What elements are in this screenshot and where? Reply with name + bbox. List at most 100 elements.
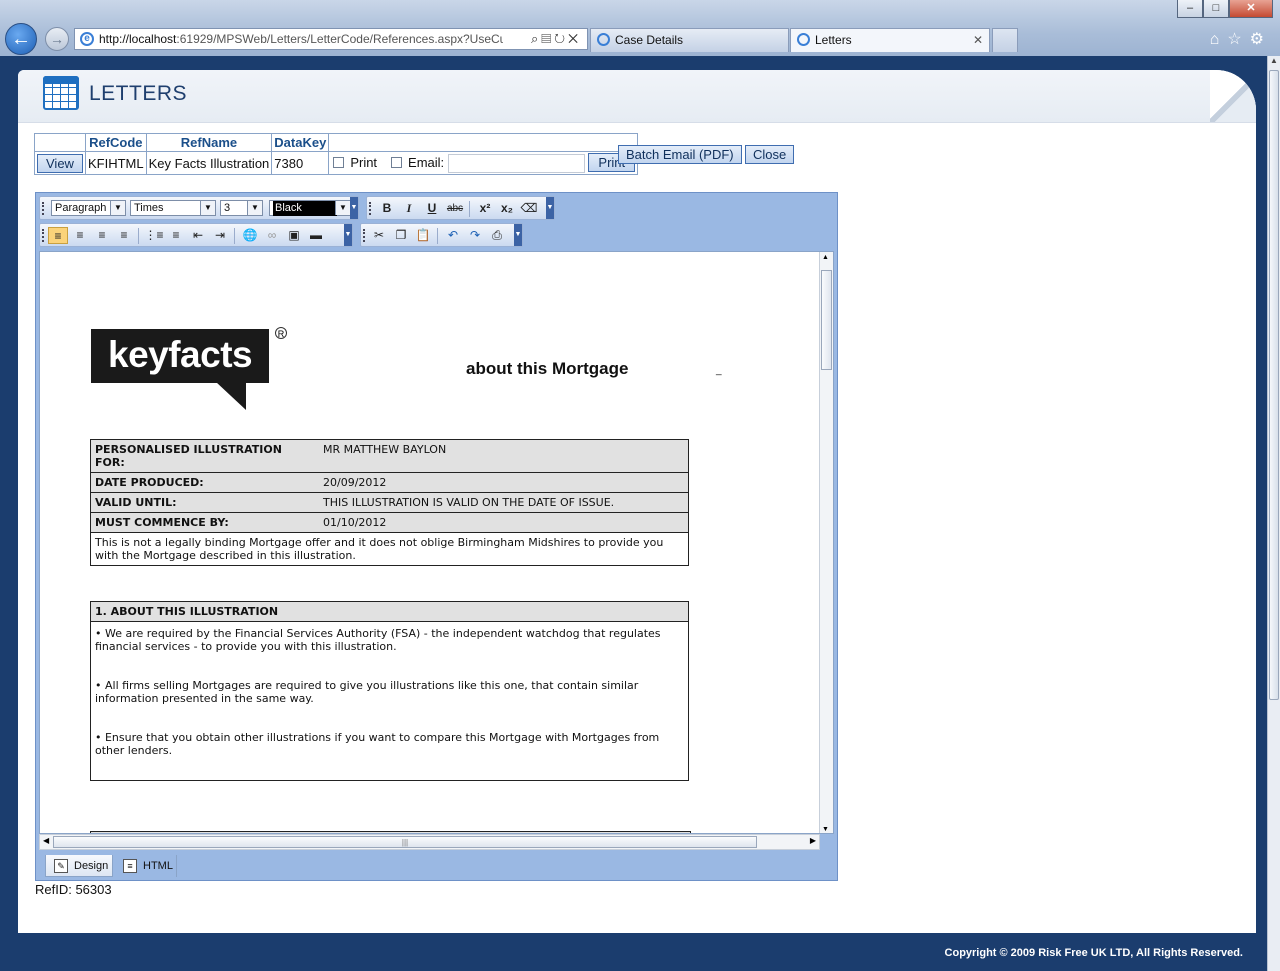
detail-value: 20/09/2012 [319,472,689,493]
html-mode-tab[interactable]: ≡ HTML [115,855,177,877]
disclaimer-text: This is not a legally binding Mortgage o… [90,532,689,566]
details-table: PERSONALISED ILLUSTRATION FOR: MR MATTHEW… [90,439,689,566]
toolbar-overflow[interactable]: ▼ [344,224,352,246]
toolbar-separator [138,228,139,244]
mode-label: HTML [143,860,173,872]
design-mode-tab[interactable]: ✎ Design [45,855,113,877]
editor-horizontal-scrollbar[interactable]: ◀ ||| ▶ [39,834,820,850]
scroll-thumb[interactable] [821,270,832,370]
table-row: VALID UNTIL: THIS ILLUSTRATION IS VALID O… [90,492,689,513]
maximize-button[interactable]: □ [1203,0,1229,18]
tab-letters[interactable]: Letters ✕ [790,28,990,52]
new-tab-button[interactable] [992,28,1018,52]
address-url[interactable]: http://localhost:61929/MPSWeb/Letters/Le… [99,32,503,46]
undo-icon[interactable]: ↶ [443,227,463,244]
options-cell: Print Email: Print [328,151,639,175]
toolbar-separator [437,228,438,244]
batch-email-pdf-button[interactable]: Batch Email (PDF) [618,145,742,164]
detail-label: PERSONALISED ILLUSTRATION FOR: [90,439,319,473]
toolbar-overflow[interactable]: ▼ [546,197,554,219]
close-tab-icon[interactable]: ✕ [973,29,983,51]
insert-link-icon[interactable]: 🌐 [240,227,260,244]
mode-label: Design [74,860,109,872]
refresh-icon[interactable]: ↻ [554,31,568,46]
table-row: DATE PRODUCED: 20/09/2012 [90,472,689,493]
redo-icon[interactable]: ↷ [465,227,485,244]
outdent-icon[interactable]: ⇤ [188,227,208,244]
search-icon[interactable]: ⌕ [531,31,541,46]
superscript-icon[interactable]: x² [475,200,495,217]
horizontal-rule-icon[interactable]: ▬ [306,227,326,244]
html-icon: ≡ [123,859,137,873]
detail-label: VALID UNTIL: [90,492,319,513]
home-icon[interactable]: ⌂ [1210,31,1228,48]
view-button[interactable]: View [37,153,83,173]
toolbar-overflow[interactable]: ▼ [514,224,522,246]
numbered-list-icon[interactable]: ≡ [166,227,186,244]
column-header-refcode: RefCode [85,133,147,152]
toolbar-grip[interactable] [369,202,373,215]
bulleted-list-icon[interactable]: ⋮≡ [144,227,164,244]
page-header: LETTERS [18,70,1256,123]
address-bar[interactable]: e http://localhost:61929/MPSWeb/Letters/… [74,28,588,50]
align-justify-icon[interactable]: ≡ [114,227,134,244]
color-select[interactable]: Black ▼ [269,200,351,216]
eraser-icon[interactable]: ⌫ [519,200,539,217]
close-button[interactable]: Close [744,145,795,164]
compatibility-icon[interactable]: ▤ [541,31,554,46]
favorites-star-icon[interactable]: ☆ [1227,31,1249,48]
page-title: LETTERS [89,82,188,105]
window-close-button[interactable]: ✕ [1229,0,1273,18]
table-row: PERSONALISED ILLUSTRATION FOR: MR MATTHEW… [90,439,689,473]
scroll-down-icon[interactable]: ▼ [822,826,829,833]
scroll-up-icon[interactable]: ▲ [1268,56,1280,68]
address-tools[interactable]: ⌕▤↻✕ [531,31,581,47]
minimize-button[interactable]: – [1177,0,1203,18]
tools-gear-icon[interactable]: ⚙ [1250,31,1272,48]
size-select[interactable]: 3 ▼ [220,200,263,216]
table-row: MUST COMMENCE BY: 01/10/2012 [90,512,689,533]
section-about-illustration: 1. ABOUT THIS ILLUSTRATION • We are requ… [90,601,689,781]
scroll-thumb[interactable] [1269,70,1279,700]
forward-button[interactable]: → [45,27,69,51]
tab-case-details[interactable]: Case Details [590,28,789,52]
toolbar-overflow[interactable]: ▼ [350,197,358,219]
align-right-icon[interactable]: ≡ [70,227,90,244]
print-icon[interactable]: ⎙ [487,227,507,244]
stray-mark: _ [716,365,722,376]
remove-link-icon[interactable]: ∞ [262,227,282,244]
toolbar-grip[interactable] [42,229,46,242]
scroll-left-icon[interactable]: ◀ [43,836,49,845]
toolbar-grip[interactable] [363,229,367,242]
scroll-right-icon[interactable]: ▶ [810,836,816,845]
paragraph-select[interactable]: Paragraph ▼ [51,200,126,216]
subscript-icon[interactable]: x₂ [497,200,517,217]
scroll-thumb[interactable]: ||| [53,836,757,848]
bold-icon[interactable]: B [377,200,397,217]
ie-page-icon: e [80,32,94,46]
italic-icon[interactable]: I [399,200,419,217]
back-button[interactable]: ← [5,23,37,55]
copy-icon[interactable]: ❐ [391,227,411,244]
paragraph-toolbar: ≡ ≡ ≡ ≡ ⋮≡ ≡ ⇤ ⇥ 🌐 ∞ ▣ ▬ ▼ [39,223,353,247]
align-center-icon[interactable]: ≡ [92,227,112,244]
scroll-up-icon[interactable]: ▲ [822,254,829,261]
editor-vertical-scrollbar[interactable]: ▲ ▼ [819,252,833,833]
insert-image-icon[interactable]: ▣ [284,227,304,244]
toolbar-grip[interactable] [42,202,46,215]
email-input[interactable] [447,154,585,174]
font-select[interactable]: Times ▼ [130,200,216,216]
editor-mode-bar: ✎ Design ≡ HTML [39,855,834,879]
paste-icon[interactable]: 📋 [413,227,433,244]
print-checkbox[interactable] [333,156,345,168]
align-left-icon[interactable]: ≡ [48,227,68,244]
underline-icon[interactable]: U [422,200,442,217]
editor-canvas[interactable]: keyfacts R about this Mortgage _ PERSONA… [39,251,834,834]
email-checkbox[interactable] [391,156,403,168]
strikethrough-icon[interactable]: abc [445,200,465,217]
stop-icon[interactable]: ✕ [568,31,581,46]
cut-icon[interactable]: ✂ [369,227,389,244]
indent-icon[interactable]: ⇥ [210,227,230,244]
page-vertical-scrollbar[interactable]: ▲ [1267,56,1280,971]
text-style-toolbar: B I U abc x² x₂ ⌫ ▼ [366,196,555,220]
